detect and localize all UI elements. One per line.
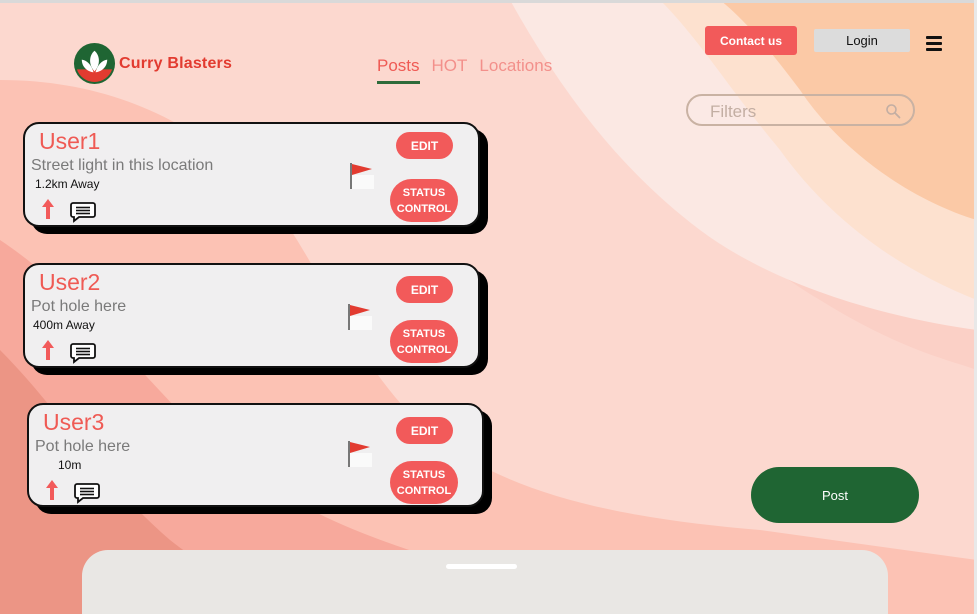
post-username[interactable]: User2 bbox=[39, 269, 100, 296]
post-distance: 10m bbox=[58, 458, 82, 472]
menu-icon[interactable] bbox=[926, 36, 942, 52]
search-icon[interactable] bbox=[885, 103, 901, 119]
bottom-sheet-handle[interactable] bbox=[446, 564, 517, 569]
post-card[interactable]: User1 Street light in this location 1.2k… bbox=[23, 122, 488, 234]
post-card[interactable]: User2 Pot hole here 400m Away EDIT STATU… bbox=[23, 263, 488, 375]
logo-icon bbox=[73, 42, 116, 85]
comment-icon[interactable] bbox=[70, 342, 96, 364]
post-card[interactable]: User3 Pot hole here 10m EDIT STATUS CONT… bbox=[27, 403, 492, 514]
post-description: Pot hole here bbox=[35, 438, 131, 455]
card-body: User1 Street light in this location 1.2k… bbox=[23, 122, 480, 227]
post-button[interactable]: Post bbox=[751, 467, 919, 523]
contact-us-button[interactable]: Contact us bbox=[705, 26, 797, 55]
card-body: User2 Pot hole here 400m Away EDIT STATU… bbox=[23, 263, 480, 368]
tab-hot[interactable]: HOT bbox=[432, 56, 468, 84]
window-top-border bbox=[0, 0, 977, 3]
main-nav: Posts HOT Locations bbox=[377, 56, 552, 84]
upvote-arrow-icon[interactable] bbox=[41, 198, 55, 220]
edit-button[interactable]: EDIT bbox=[396, 132, 453, 159]
post-description: Pot hole here bbox=[31, 298, 127, 315]
brand-name: Curry Blasters bbox=[119, 54, 233, 72]
login-button[interactable]: Login bbox=[814, 29, 910, 52]
upvote-arrow-icon[interactable] bbox=[45, 479, 59, 501]
comment-icon[interactable] bbox=[74, 482, 100, 504]
bottom-sheet[interactable] bbox=[82, 550, 888, 614]
filters-search-box bbox=[686, 94, 915, 126]
status-control-button[interactable]: STATUS CONTROL bbox=[390, 461, 458, 504]
upvote-arrow-icon[interactable] bbox=[41, 339, 55, 361]
post-username[interactable]: User3 bbox=[43, 409, 104, 436]
comment-icon[interactable] bbox=[70, 201, 96, 223]
post-description: Street light in this location bbox=[31, 157, 214, 174]
status-control-button[interactable]: STATUS CONTROL bbox=[390, 320, 458, 363]
brand-logo[interactable]: Curry Blasters bbox=[73, 42, 232, 85]
flag-icon[interactable] bbox=[347, 161, 377, 191]
post-distance: 1.2km Away bbox=[35, 177, 100, 191]
post-username[interactable]: User1 bbox=[39, 128, 100, 155]
post-distance: 400m Away bbox=[33, 318, 95, 332]
card-body: User3 Pot hole here 10m EDIT STATUS CONT… bbox=[27, 403, 484, 507]
status-control-button[interactable]: STATUS CONTROL bbox=[390, 179, 458, 222]
tab-posts[interactable]: Posts bbox=[377, 56, 420, 84]
flag-icon[interactable] bbox=[345, 302, 375, 332]
flag-icon[interactable] bbox=[345, 439, 375, 469]
filters-input[interactable] bbox=[708, 101, 882, 123]
tab-locations[interactable]: Locations bbox=[479, 56, 552, 84]
edit-button[interactable]: EDIT bbox=[396, 276, 453, 303]
edit-button[interactable]: EDIT bbox=[396, 417, 453, 444]
